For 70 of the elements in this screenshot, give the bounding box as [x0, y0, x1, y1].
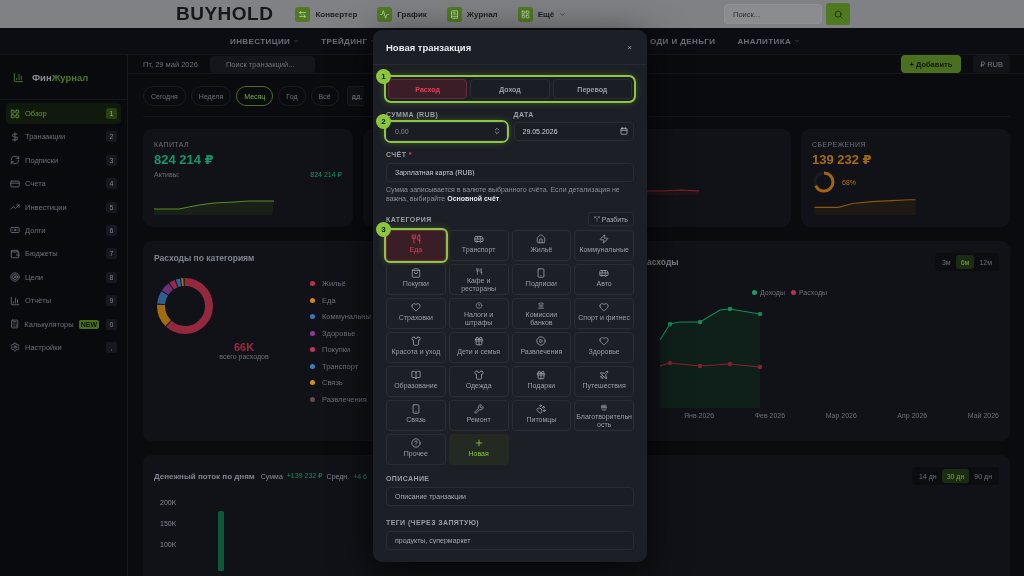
phone-icon — [410, 404, 421, 414]
capital-value: 824 214 ₽ — [154, 152, 215, 167]
step-badge: 1 — [376, 69, 391, 84]
book-icon — [446, 6, 462, 22]
fork-knife-icon — [473, 268, 484, 275]
gift-icon — [536, 370, 547, 380]
refresh-icon — [10, 155, 20, 166]
progress-ring — [812, 170, 836, 194]
top-nav-link[interactable]: Журнал — [446, 6, 498, 22]
menu-item[interactable]: ИНВЕСТИЦИИ — [230, 36, 300, 46]
split-icon — [593, 216, 600, 222]
heart-icon — [410, 302, 421, 312]
app-logo: ФинЖурнал — [32, 71, 89, 83]
play-icon — [536, 336, 547, 346]
menu-item[interactable]: ТРЕЙДИНГ — [321, 36, 377, 46]
pulse-icon — [377, 6, 393, 22]
close-button[interactable]: × — [625, 42, 634, 52]
step-badge: 3 — [376, 222, 391, 237]
paw-icon — [536, 404, 547, 414]
dialog-title: Новая транзакция — [386, 41, 472, 53]
heart-icon — [599, 302, 610, 312]
search-button[interactable] — [826, 3, 850, 25]
top-nav-link[interactable]: Ещё — [517, 6, 567, 22]
grid-icon — [517, 6, 533, 22]
calendar-icon — [620, 127, 628, 135]
bar-chart-drawing — [218, 511, 227, 571]
total-value: 66K — [233, 341, 255, 353]
phone-icon — [536, 268, 547, 278]
gift-icon — [599, 404, 610, 411]
calculator-icon — [10, 319, 20, 329]
bus-icon — [473, 234, 484, 244]
card-icon — [10, 178, 20, 189]
banknote-icon — [10, 225, 20, 236]
card-title: асходы — [647, 257, 679, 267]
bank-icon — [536, 302, 547, 309]
bar-chart-icon — [13, 71, 24, 83]
grid-icon — [10, 108, 20, 119]
fork-knife-icon — [410, 234, 421, 244]
top-nav-link[interactable]: График — [377, 6, 427, 22]
site-logo[interactable]: BUYHOLD — [176, 3, 274, 25]
question-icon — [473, 302, 484, 309]
wrench-icon — [473, 404, 484, 414]
bar-chart-icon — [10, 295, 20, 306]
book-icon — [410, 370, 421, 380]
gift-icon — [473, 336, 484, 346]
plane-icon — [599, 370, 610, 380]
card-title: Расходы по категориям — [154, 253, 256, 263]
bus-icon — [599, 268, 610, 278]
heart-icon — [599, 336, 610, 346]
card-title: Денежный поток по дням — [154, 471, 255, 481]
savings-value: 139 232 ₽ — [812, 152, 873, 167]
arrows-icon — [295, 6, 311, 22]
target-icon — [10, 272, 20, 283]
search-icon — [833, 9, 843, 19]
top-nav-link[interactable]: Конвертер — [295, 6, 358, 22]
trend-up-icon — [10, 202, 20, 213]
menu-item[interactable]: АНАЛИТИКА — [737, 36, 801, 46]
shirt-icon — [410, 336, 421, 346]
question-icon — [410, 438, 421, 448]
wallet-icon — [10, 248, 20, 259]
plus-icon — [473, 438, 484, 448]
house-icon — [536, 234, 547, 244]
menu-item[interactable]: ОДИ И ДЕНЬГИ — [650, 36, 716, 46]
dollar-icon — [10, 131, 20, 142]
shirt-icon — [473, 370, 484, 380]
settings-icon — [10, 342, 20, 353]
lightning-icon — [599, 234, 610, 244]
donut-chart-drawing — [154, 275, 216, 337]
bag-icon — [410, 268, 421, 278]
spinner-icon — [492, 127, 501, 135]
